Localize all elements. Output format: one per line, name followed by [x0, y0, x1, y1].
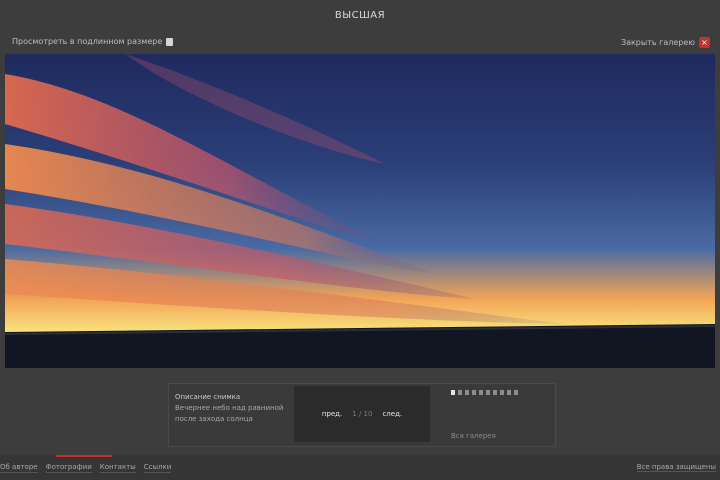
- thumbnail-dot[interactable]: [465, 390, 469, 395]
- sunset-photo: [5, 54, 715, 368]
- viewer-toolbar: Просмотреть в подлинном размере Закрыть …: [0, 34, 720, 52]
- view-full-size-label: Просмотреть в подлинном размере: [12, 37, 163, 46]
- photo-counter: 1 / 10: [352, 410, 373, 418]
- thumbnail-dot[interactable]: [451, 390, 455, 395]
- close-gallery-label: Закрыть галерею: [620, 38, 695, 47]
- page-title: ВЫСШАЯ: [334, 10, 386, 21]
- footer-link-links[interactable]: Ссылки: [143, 463, 172, 473]
- caption-text: Вечернее небо над равниной после захода …: [175, 404, 284, 423]
- photo-navigation: пред. 1 / 10 след.: [294, 386, 430, 442]
- caption-title: Описание снимка: [175, 393, 241, 401]
- thumbnail-dots: [451, 390, 551, 395]
- thumbnail-dot[interactable]: [479, 390, 483, 395]
- photo-caption: Описание снимка Вечернее небо над равнин…: [175, 392, 287, 425]
- gallery-viewer: ВЫСШАЯ Просмотреть в подлинном размере З…: [0, 0, 720, 480]
- active-footer-indicator: [56, 455, 112, 457]
- full-gallery-link[interactable]: Вся галерея: [451, 432, 496, 440]
- view-full-size-link[interactable]: Просмотреть в подлинном размере: [12, 37, 174, 46]
- image-icon: [166, 37, 174, 46]
- close-icon[interactable]: ×: [699, 37, 710, 48]
- thumbnail-dot[interactable]: [458, 390, 462, 395]
- footer-nav: Об авторе Фотографии Контакты Ссылки: [0, 463, 172, 473]
- header: ВЫСШАЯ: [0, 0, 720, 34]
- copyright-link[interactable]: Все права защищены: [636, 463, 716, 472]
- thumbnail-column: Вся галерея: [451, 388, 551, 442]
- footer: Об авторе Фотографии Контакты Ссылки Все…: [0, 455, 720, 480]
- thumbnail-dot[interactable]: [486, 390, 490, 395]
- thumbnail-dot[interactable]: [500, 390, 504, 395]
- thumbnail-dot[interactable]: [507, 390, 511, 395]
- footer-link-photos[interactable]: Фотографии: [45, 463, 92, 473]
- footer-link-contacts[interactable]: Контакты: [99, 463, 136, 473]
- thumbnail-dot[interactable]: [493, 390, 497, 395]
- prev-photo-button[interactable]: пред.: [318, 408, 346, 420]
- photo-info-panel: Описание снимка Вечернее небо над равнин…: [168, 383, 556, 447]
- thumbnail-dot[interactable]: [514, 390, 518, 395]
- main-photo[interactable]: [5, 54, 715, 368]
- close-gallery-link[interactable]: Закрыть галерею ×: [621, 37, 710, 48]
- footer-link-about[interactable]: Об авторе: [0, 463, 38, 473]
- next-photo-button[interactable]: след.: [378, 408, 406, 420]
- thumbnail-dot[interactable]: [472, 390, 476, 395]
